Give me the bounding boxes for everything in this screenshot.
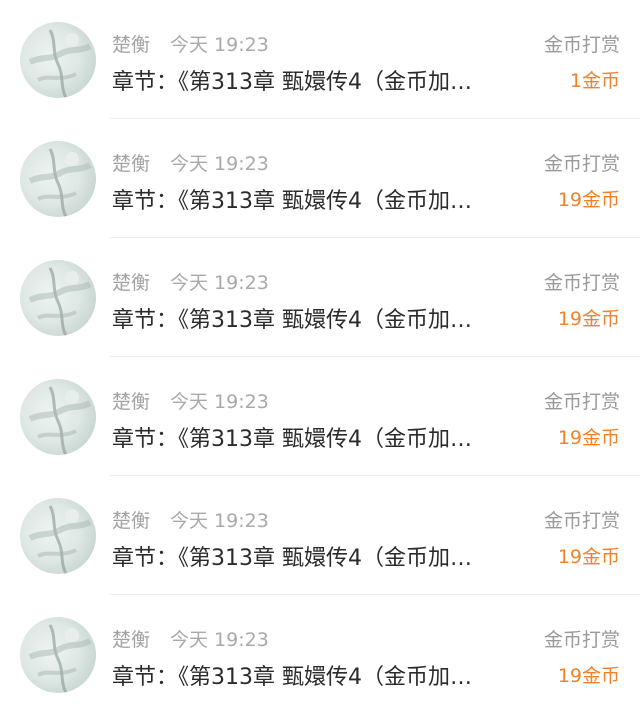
avatar[interactable] — [20, 379, 96, 455]
user-name: 楚衡 — [112, 153, 151, 175]
list-item[interactable]: 楚衡 今天 19:23 金币打赏 章节：《第313章 甄嬛传4（金币加… 1金币 — [0, 0, 640, 119]
timestamp: 今天 19:23 — [170, 34, 269, 56]
avatar[interactable] — [20, 498, 96, 574]
chapter-title: 章节：《第313章 甄嬛传4（金币加… — [112, 189, 472, 214]
reward-amount: 19金币 — [557, 189, 620, 211]
user-name: 楚衡 — [112, 629, 151, 651]
timestamp: 今天 19:23 — [170, 153, 269, 175]
chapter-title: 章节：《第313章 甄嬛传4（金币加… — [112, 665, 472, 690]
list-item[interactable]: 楚衡 今天 19:23 金币打赏 章节：《第313章 甄嬛传4（金币加… 19金… — [0, 595, 640, 714]
list-item[interactable]: 楚衡 今天 19:23 金币打赏 章节：《第313章 甄嬛传4（金币加… 19金… — [0, 238, 640, 357]
reward-amount: 19金币 — [557, 665, 620, 687]
reward-type: 金币打赏 — [543, 34, 620, 56]
list-item[interactable]: 楚衡 今天 19:23 金币打赏 章节：《第313章 甄嬛传4（金币加… 19金… — [0, 476, 640, 595]
avatar-art-icon — [28, 267, 92, 336]
avatar-art-icon — [28, 624, 92, 693]
timestamp: 今天 19:23 — [170, 629, 269, 651]
chapter-title: 章节：《第313章 甄嬛传4（金币加… — [112, 427, 472, 452]
chapter-title: 章节：《第313章 甄嬛传4（金币加… — [112, 70, 472, 95]
reward-type: 金币打赏 — [543, 153, 620, 175]
reward-amount: 19金币 — [557, 427, 620, 449]
avatar-art-icon — [28, 29, 92, 98]
avatar-art-icon — [28, 505, 92, 574]
avatar-art-icon — [28, 148, 92, 217]
avatar-art-icon — [28, 386, 92, 455]
reward-amount: 1金币 — [569, 70, 620, 92]
reward-amount: 19金币 — [557, 546, 620, 568]
chapter-title: 章节：《第313章 甄嬛传4（金币加… — [112, 546, 472, 571]
avatar[interactable] — [20, 617, 96, 693]
avatar[interactable] — [20, 22, 96, 98]
chapter-title: 章节：《第313章 甄嬛传4（金币加… — [112, 308, 472, 333]
avatar[interactable] — [20, 260, 96, 336]
reward-type: 金币打赏 — [543, 510, 620, 532]
timestamp: 今天 19:23 — [170, 510, 269, 532]
avatar[interactable] — [20, 141, 96, 217]
reward-type: 金币打赏 — [543, 272, 620, 294]
user-name: 楚衡 — [112, 391, 151, 413]
reward-list: 楚衡 今天 19:23 金币打赏 章节：《第313章 甄嬛传4（金币加… 1金币… — [0, 0, 640, 714]
list-item[interactable]: 楚衡 今天 19:23 金币打赏 章节：《第313章 甄嬛传4（金币加… 19金… — [0, 119, 640, 238]
list-item[interactable]: 楚衡 今天 19:23 金币打赏 章节：《第313章 甄嬛传4（金币加… 19金… — [0, 357, 640, 476]
reward-amount: 19金币 — [557, 308, 620, 330]
user-name: 楚衡 — [112, 510, 151, 532]
user-name: 楚衡 — [112, 272, 151, 294]
timestamp: 今天 19:23 — [170, 272, 269, 294]
reward-type: 金币打赏 — [543, 629, 620, 651]
reward-type: 金币打赏 — [543, 391, 620, 413]
user-name: 楚衡 — [112, 34, 151, 56]
timestamp: 今天 19:23 — [170, 391, 269, 413]
